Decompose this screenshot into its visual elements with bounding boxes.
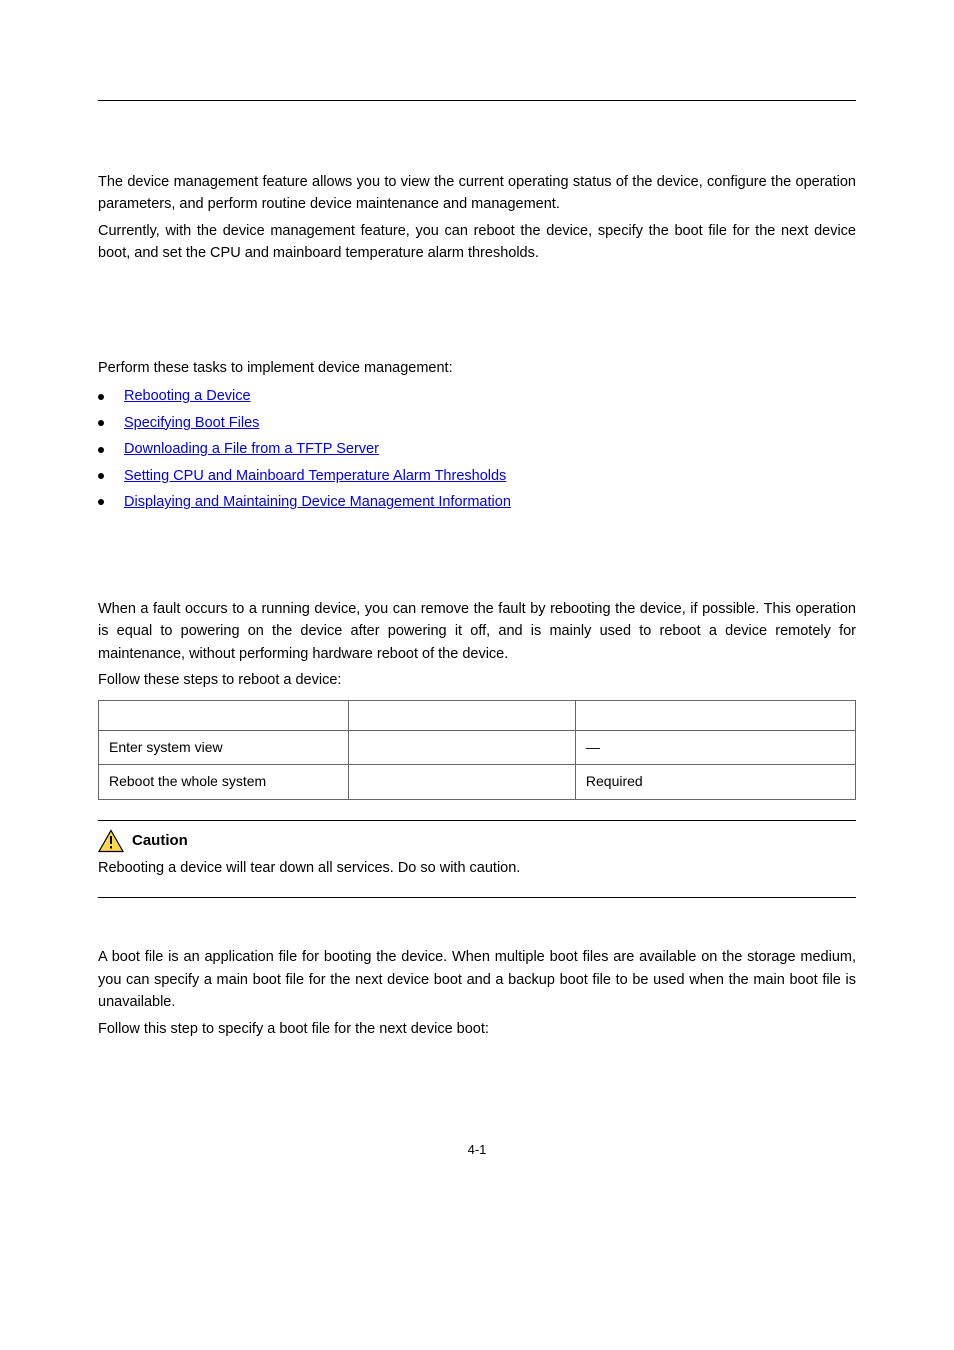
bullet-icon [98,499,104,505]
cell-todo: Reboot the whole system [99,765,349,800]
cell-command [348,765,575,800]
table-header-description [575,700,855,730]
task-item-temp-thresholds: Setting CPU and Mainboard Temperature Al… [98,465,856,487]
table-header-command [348,700,575,730]
bullet-icon [98,394,104,400]
link-downloading-tftp[interactable]: Downloading a File from a TFTP Server [124,438,379,460]
bullet-icon [98,420,104,426]
caution-callout: Caution Rebooting a device will tear dow… [98,820,856,898]
table-row: Reboot the whole system Required [99,765,856,800]
tasks-lead: Perform these tasks to implement device … [98,357,856,379]
table-row: Enter system view — [99,730,856,765]
task-item-boot-files: Specifying Boot Files [98,412,856,434]
caution-label: Caution [132,829,188,852]
task-item-tftp: Downloading a File from a TFTP Server [98,438,856,460]
task-item-display-maintain: Displaying and Maintaining Device Manage… [98,491,856,513]
cell-todo: Enter system view [99,730,349,765]
reboot-section: When a fault occurs to a running device,… [98,598,856,800]
boot-files-section: A boot file is an application file for b… [98,946,856,1040]
intro-paragraph-1: The device management feature allows you… [98,171,856,216]
table-header-todo [99,700,349,730]
boot-paragraph-1: A boot file is an application file for b… [98,946,856,1013]
cell-command [348,730,575,765]
link-temperature-thresholds[interactable]: Setting CPU and Mainboard Temperature Al… [124,465,506,487]
link-rebooting-device[interactable]: Rebooting a Device [124,385,251,407]
reboot-paragraph-2: Follow these steps to reboot a device: [98,669,856,691]
horizontal-rule [98,100,856,101]
table-header-row [99,700,856,730]
intro-section: The device management feature allows you… [98,171,856,265]
bullet-icon [98,473,104,479]
reboot-steps-table: Enter system view — Reboot the whole sys… [98,700,856,800]
cell-description: Required [575,765,855,800]
intro-paragraph-2: Currently, with the device management fe… [98,220,856,265]
page-number: 4-1 [98,1140,856,1160]
tasks-section: Perform these tasks to implement device … [98,357,856,514]
mdash-text: — [586,739,600,755]
caution-text: Rebooting a device will tear down all se… [98,857,856,879]
warning-triangle-icon [98,829,124,853]
bullet-icon [98,447,104,453]
link-specifying-boot-files[interactable]: Specifying Boot Files [124,412,259,434]
task-item-reboot: Rebooting a Device [98,385,856,407]
task-link-list: Rebooting a Device Specifying Boot Files… [98,385,856,513]
reboot-paragraph-1: When a fault occurs to a running device,… [98,598,856,665]
caution-heading: Caution [98,829,856,853]
boot-paragraph-2: Follow this step to specify a boot file … [98,1018,856,1040]
link-display-maintain[interactable]: Displaying and Maintaining Device Manage… [124,491,511,513]
cell-description: — [575,730,855,765]
